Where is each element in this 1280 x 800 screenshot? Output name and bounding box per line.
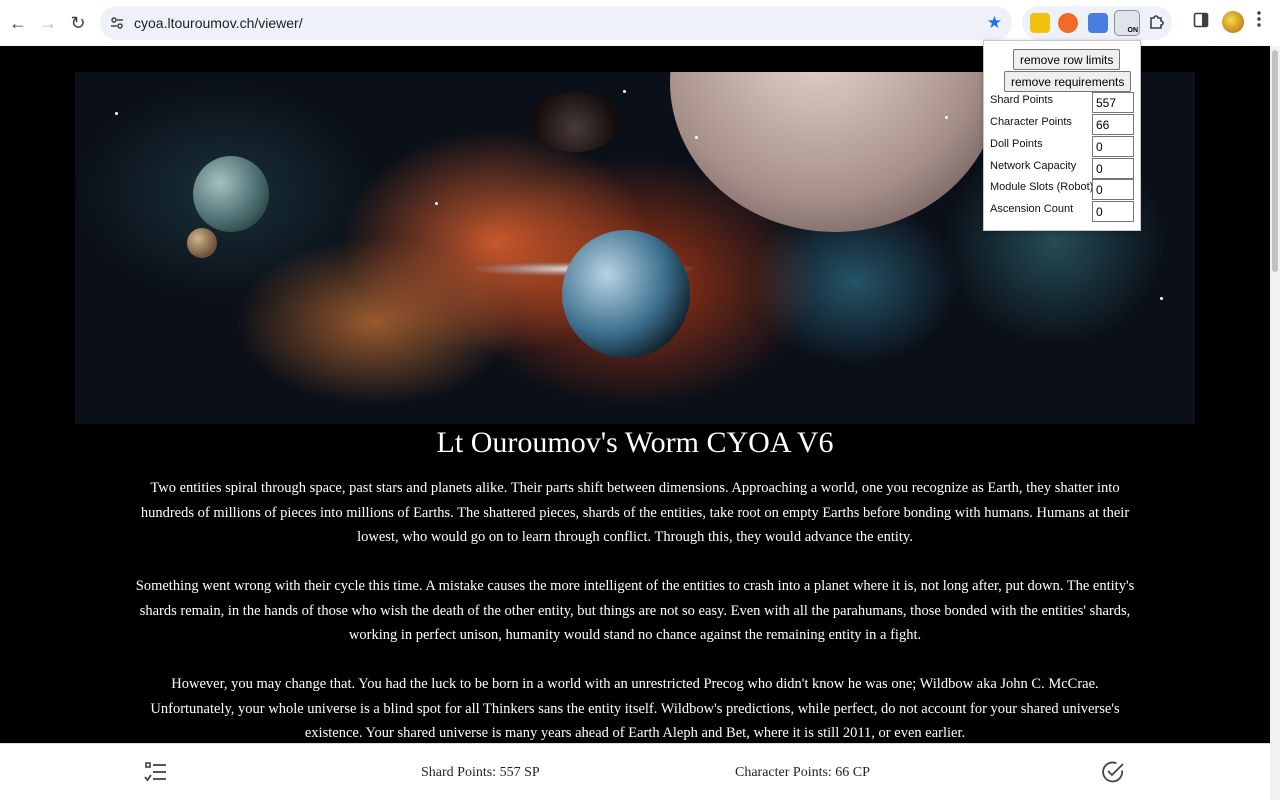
star [435, 202, 438, 205]
star [115, 112, 118, 115]
shard-points-total: Shard Points: 557 SP [421, 765, 540, 780]
url-text: cyoa.ltouroumov.ch/viewer/ [134, 15, 303, 31]
planet-dark [530, 92, 620, 152]
extension-icon[interactable] [1030, 13, 1050, 33]
intro-paragraph-3: However, you may change that. You had th… [150, 676, 1120, 741]
star [945, 116, 948, 119]
intro-paragraph-2: Something went wrong with their cycle th… [135, 578, 1135, 643]
remove-requirements-button[interactable]: remove requirements [1004, 71, 1132, 92]
intro-paragraph-1: Two entities spiral through space, past … [140, 480, 1130, 545]
field-label: Doll Points [990, 138, 1043, 150]
page-scrollbar[interactable] [1270, 46, 1280, 800]
panel-row-module-slots: Module Slots (Robot) [990, 179, 1136, 200]
panel-row-doll-points: Doll Points [990, 136, 1136, 157]
planet-large [670, 72, 1000, 232]
forward-arrow-icon: → [39, 12, 57, 33]
extension-icon[interactable] [1058, 13, 1078, 33]
star [623, 90, 626, 93]
panel-row-shard-points: Shard Points [990, 92, 1136, 113]
profile-avatar[interactable] [1222, 11, 1244, 33]
ascension-count-input[interactable] [1092, 201, 1134, 222]
scrollbar-thumb[interactable] [1272, 50, 1278, 272]
field-label: Character Points [990, 116, 1072, 128]
planet-center [562, 230, 690, 358]
points-bottom-bar: Shard Points: 557 SP Character Points: 6… [0, 743, 1270, 800]
back-arrow-icon: ← [9, 12, 27, 33]
extensions-puzzle-icon[interactable] [1148, 12, 1166, 30]
checklist-icon[interactable] [143, 759, 169, 785]
panel-row-character-points: Character Points [990, 114, 1136, 135]
shard-points-input[interactable] [1092, 92, 1134, 113]
extensions-area: ON [1022, 6, 1172, 40]
field-label: Shard Points [990, 94, 1053, 106]
star [695, 136, 698, 139]
browser-menu-icon[interactable] [1256, 10, 1262, 28]
doll-points-input[interactable] [1092, 136, 1134, 157]
forward-button[interactable]: → [33, 8, 63, 38]
site-settings-icon[interactable] [110, 16, 124, 30]
translate-extension-icon[interactable] [1088, 13, 1108, 33]
field-label: Network Capacity [990, 160, 1077, 172]
extension-badge: ON [1127, 27, 1139, 34]
panel-row-network-capacity: Network Capacity [990, 158, 1136, 179]
field-label: Ascension Count [990, 203, 1074, 215]
network-capacity-input[interactable] [1092, 158, 1134, 179]
side-panel-icon[interactable] [1193, 12, 1209, 28]
page-title: Lt Ouroumov's Worm CYOA V6 [436, 426, 834, 459]
active-extension-icon[interactable]: ON [1114, 10, 1140, 36]
bookmark-star-icon[interactable]: ★ [987, 13, 1002, 33]
field-label: Module Slots (Robot) [990, 181, 1094, 193]
moon-small [187, 228, 217, 258]
reload-button[interactable]: ↻ [63, 8, 93, 38]
address-bar[interactable]: cyoa.ltouroumov.ch/viewer/ ★ [100, 6, 1012, 40]
panel-row-ascension-count: Ascension Count [990, 201, 1136, 222]
back-button[interactable]: ← [3, 8, 33, 38]
character-points-total: Character Points: 66 CP [735, 765, 870, 780]
check-circle-icon[interactable] [1100, 759, 1126, 785]
remove-row-limits-button[interactable]: remove row limits [1013, 49, 1121, 70]
cheat-panel: remove row limits remove requirements Sh… [983, 40, 1141, 231]
reload-icon: ↻ [70, 12, 86, 33]
character-points-input[interactable] [1092, 114, 1134, 135]
star [1160, 297, 1163, 300]
module-slots-input[interactable] [1092, 179, 1134, 200]
planet-left [193, 156, 269, 232]
